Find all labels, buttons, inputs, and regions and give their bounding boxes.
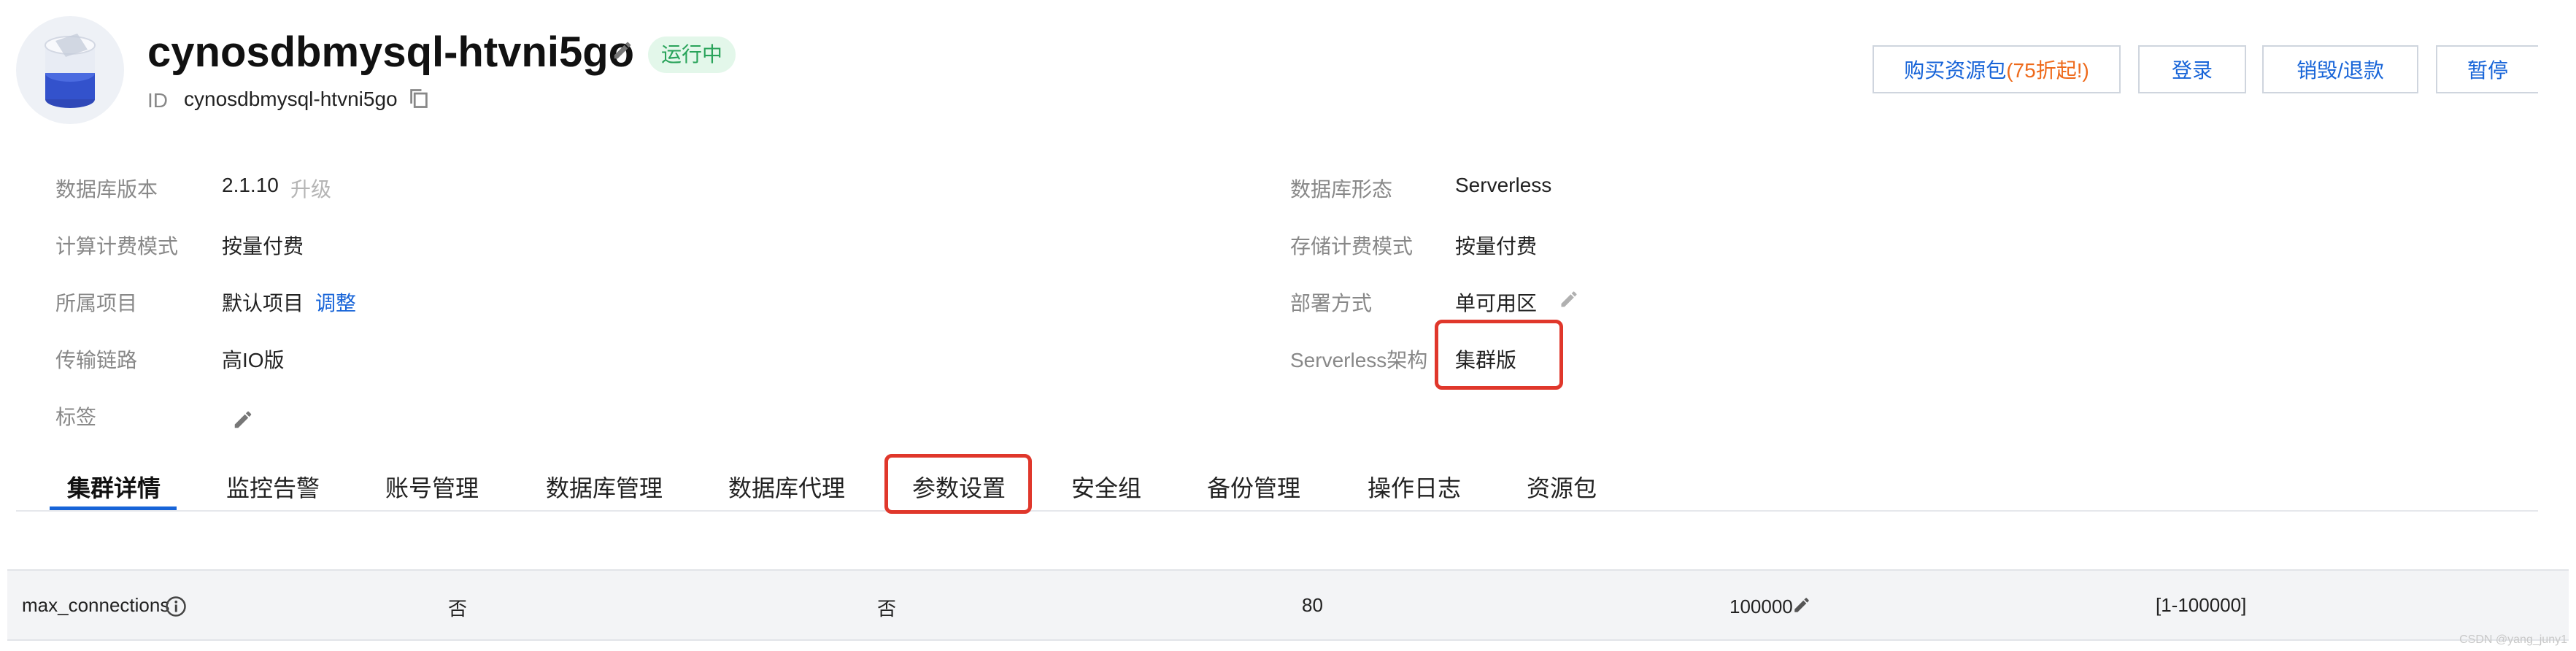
pencil-icon[interactable] <box>232 409 254 431</box>
label-db-version: 数据库版本 <box>55 178 158 201</box>
pencil-icon[interactable] <box>612 39 633 61</box>
tab-monitoring[interactable]: 监控告警 <box>226 470 320 504</box>
copy-icon[interactable] <box>409 88 429 109</box>
buy-package-label: 购买资源包 <box>1904 59 2007 82</box>
watermark: CSDN @yang_juny1 <box>2459 633 2567 646</box>
value-project: 默认项目 <box>222 292 304 315</box>
label-transport-link: 传输链路 <box>55 349 138 371</box>
id-label: ID <box>147 89 168 112</box>
tab-security-group[interactable]: 安全组 <box>1071 470 1141 504</box>
label-deployment: 部署方式 <box>1290 292 1373 315</box>
buy-package-promo: (75折起!) <box>2006 59 2089 82</box>
instance-logo <box>16 16 124 124</box>
buy-package-button[interactable]: 购买资源包(75折起!) <box>1873 45 2121 93</box>
highlight-box-parameters <box>884 454 1032 514</box>
tab-database-proxy[interactable]: 数据库代理 <box>728 470 845 504</box>
id-value: cynosdbmysql-htvni5go <box>184 88 398 110</box>
value-deployment: 单可用区 <box>1455 292 1538 315</box>
label-tags: 标签 <box>55 406 97 428</box>
destroy-refund-button[interactable]: 销毁/退款 <box>2262 45 2418 93</box>
tab-accounts[interactable]: 账号管理 <box>385 470 479 504</box>
param-name: max_connections <box>22 594 170 616</box>
value-db-form: Serverless <box>1455 174 1552 196</box>
tab-resource-package[interactable]: 资源包 <box>1527 470 1597 504</box>
adjust-project-link[interactable]: 调整 <box>315 288 356 317</box>
tab-backup[interactable]: 备份管理 <box>1207 470 1300 504</box>
instance-title: cynosdbmysql-htvni5go <box>147 28 635 76</box>
param-col4: 80 <box>1302 594 1323 616</box>
info-icon[interactable] <box>165 596 187 617</box>
pause-button[interactable]: 暂停 <box>2436 45 2538 93</box>
label-project: 所属项目 <box>55 292 138 315</box>
value-transport-link: 高IO版 <box>222 349 285 371</box>
tab-bar-divider <box>16 510 2538 512</box>
active-tab-underline <box>50 506 177 510</box>
tab-cluster-details[interactable]: 集群详情 <box>67 470 161 504</box>
param-range: [1-100000] <box>2156 594 2247 616</box>
value-storage-billing: 按量付费 <box>1455 235 1538 258</box>
pencil-icon[interactable] <box>1792 596 1811 615</box>
login-button[interactable]: 登录 <box>2138 45 2246 93</box>
label-compute-billing: 计算计费模式 <box>55 235 179 258</box>
tab-database-mgmt[interactable]: 数据库管理 <box>546 470 663 504</box>
label-serverless-arch: Serverless架构 <box>1290 349 1428 371</box>
param-col2: 否 <box>448 598 468 620</box>
label-db-form: 数据库形态 <box>1290 178 1393 201</box>
pencil-icon[interactable] <box>1559 289 1579 309</box>
value-compute-billing: 按量付费 <box>222 235 304 258</box>
highlight-box-arch <box>1435 320 1563 390</box>
param-current-value: 100000 <box>1729 596 1793 617</box>
status-badge: 运行中 <box>648 36 736 73</box>
param-col3: 否 <box>877 598 897 620</box>
tab-operation-log[interactable]: 操作日志 <box>1368 470 1461 504</box>
upgrade-link[interactable]: 升级 <box>290 174 331 203</box>
value-db-version: 2.1.10 <box>222 174 279 196</box>
label-storage-billing: 存储计费模式 <box>1290 235 1414 258</box>
database-logo-icon <box>45 34 96 108</box>
